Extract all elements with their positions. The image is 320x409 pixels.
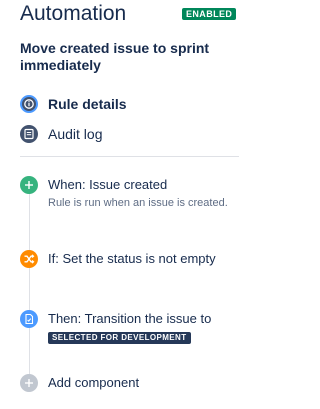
enabled-status-badge: ENABLED bbox=[182, 8, 237, 20]
divider bbox=[20, 156, 239, 157]
trigger-component[interactable]: When: Issue created Rule is run when an … bbox=[20, 176, 310, 216]
info-icon bbox=[20, 95, 38, 113]
condition-title: If: Set the status is not empty bbox=[48, 251, 216, 266]
plus-icon bbox=[20, 176, 38, 194]
condition-component[interactable]: If: Set the status is not empty bbox=[20, 250, 310, 270]
nav-item-audit-log[interactable]: Audit log bbox=[20, 125, 220, 145]
add-component-button[interactable]: Add component bbox=[20, 374, 310, 394]
document-icon bbox=[20, 310, 38, 328]
page-title: Automation bbox=[20, 2, 127, 25]
log-icon bbox=[20, 125, 38, 143]
nav-item-rule-details[interactable]: Rule details bbox=[20, 95, 220, 115]
nav-label-rule-details: Rule details bbox=[48, 96, 127, 112]
trigger-description: Rule is run when an issue is created. bbox=[48, 197, 228, 209]
action-component[interactable]: Then: Transition the issue to SELECTED F… bbox=[20, 310, 310, 350]
action-status-value: SELECTED FOR DEVELOPMENT bbox=[48, 332, 191, 344]
rule-name: Move created issue to sprint immediately bbox=[20, 40, 210, 73]
page-header: Automation ENABLED bbox=[0, 0, 316, 30]
add-component-label: Add component bbox=[48, 375, 140, 390]
nav-label-audit-log: Audit log bbox=[48, 126, 103, 142]
shuffle-icon bbox=[20, 250, 38, 268]
trigger-title: When: Issue created bbox=[48, 177, 168, 192]
action-title: Then: Transition the issue to bbox=[48, 311, 212, 326]
plus-icon bbox=[20, 374, 38, 392]
